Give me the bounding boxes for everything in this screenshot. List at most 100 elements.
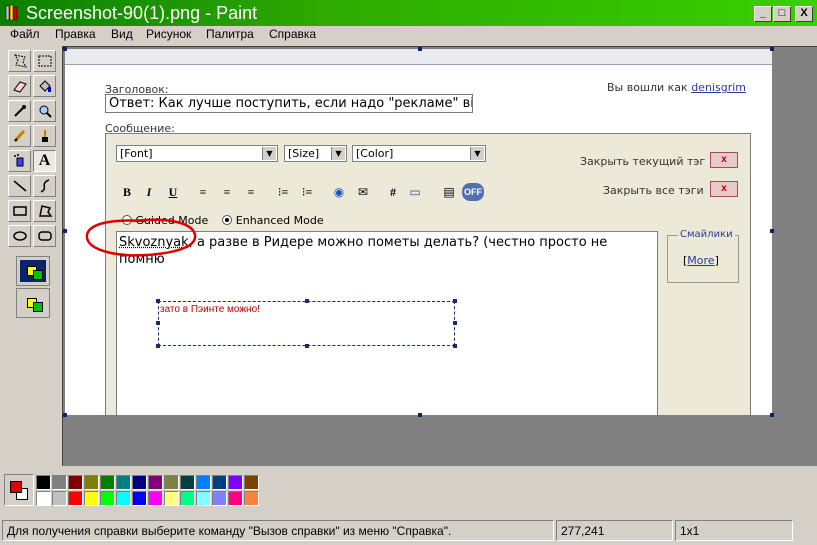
palette-swatch[interactable] — [116, 475, 131, 490]
rectangle-icon[interactable] — [8, 200, 31, 222]
palette-swatch[interactable] — [244, 475, 259, 490]
paint-app-icon — [5, 4, 18, 21]
foreground-color — [10, 481, 22, 493]
transparent-background-option[interactable] — [16, 288, 50, 318]
close-button[interactable]: X — [795, 6, 813, 22]
status-bar: Для получения справки выберите команду "… — [0, 518, 817, 543]
palette-swatch[interactable] — [228, 491, 243, 506]
palette-swatch[interactable] — [84, 491, 99, 506]
palette-swatch[interactable] — [52, 475, 67, 490]
palette-swatch[interactable] — [196, 491, 211, 506]
maximize-button[interactable]: □ — [773, 6, 791, 22]
menu-palette[interactable]: Палитра — [206, 27, 254, 41]
palette-swatch[interactable] — [228, 475, 243, 490]
ordered-list-icon: ⁝≡ — [277, 185, 289, 199]
code-icon: # — [390, 185, 396, 199]
resize-handle[interactable] — [453, 321, 457, 325]
menu-file[interactable]: Файл — [10, 27, 40, 41]
resize-handle[interactable] — [305, 344, 309, 348]
status-help-text: Для получения справки выберите команду "… — [2, 520, 554, 541]
window-title: Screenshot-90(1).png - Paint — [26, 3, 258, 23]
color-palette — [4, 474, 264, 508]
curve-icon[interactable] — [33, 175, 56, 197]
opaque-background-option[interactable] — [16, 256, 50, 286]
color-select: [Color] ▼ — [352, 145, 486, 162]
palette-swatch[interactable] — [180, 475, 195, 490]
smilies-more-link: More — [687, 254, 715, 267]
canvas-resize-handle[interactable] — [63, 47, 67, 51]
resize-handle[interactable] — [156, 344, 160, 348]
canvas-resize-handle[interactable] — [63, 229, 67, 233]
palette-swatch[interactable] — [212, 475, 227, 490]
palette-swatch[interactable] — [36, 475, 51, 490]
menu-help[interactable]: Справка — [269, 27, 316, 41]
menu-image[interactable]: Рисунок — [146, 27, 191, 41]
ellipse-icon[interactable] — [8, 225, 31, 247]
chevron-down-icon: ▼ — [331, 147, 345, 160]
palette-swatch[interactable] — [212, 491, 227, 506]
palette-swatch[interactable] — [196, 475, 211, 490]
canvas-resize-handle[interactable] — [418, 413, 422, 417]
menu-view[interactable]: Вид — [111, 27, 133, 41]
resize-handle[interactable] — [453, 299, 457, 303]
menu-edit[interactable]: Правка — [55, 27, 96, 41]
palette-swatch[interactable] — [52, 491, 67, 506]
color-picker-icon[interactable] — [8, 100, 31, 122]
free-select-icon[interactable] — [8, 50, 31, 72]
resize-handle[interactable] — [305, 299, 309, 303]
brush-icon[interactable] — [33, 125, 56, 147]
palette-swatch[interactable] — [84, 475, 99, 490]
image-icon: ▭ — [409, 185, 421, 199]
smilies-panel: Смайлики [More] — [667, 229, 739, 283]
canvas-resize-handle[interactable] — [63, 413, 67, 417]
eraser-icon[interactable] — [8, 75, 31, 97]
minimize-button[interactable]: _ — [754, 6, 772, 22]
line-icon[interactable] — [8, 175, 31, 197]
palette-swatch[interactable] — [164, 491, 179, 506]
unordered-list-icon: ⁝≡ — [301, 185, 313, 199]
polygon-icon[interactable] — [33, 200, 56, 222]
palette-swatch[interactable] — [116, 491, 131, 506]
palette-swatch[interactable] — [180, 491, 195, 506]
palette-swatch[interactable] — [148, 475, 163, 490]
email-icon: ✉ — [357, 185, 369, 199]
align-center-icon: ≡ — [223, 185, 231, 199]
canvas-resize-handle[interactable] — [418, 47, 422, 51]
magnifier-icon[interactable] — [33, 100, 56, 122]
status-coordinates: 277,241 — [556, 520, 673, 541]
palette-swatch[interactable] — [68, 491, 83, 506]
chevron-down-icon: ▼ — [262, 147, 276, 160]
airbrush-icon[interactable] — [8, 150, 31, 172]
enhanced-mode-label: Enhanced Mode — [235, 214, 324, 227]
current-colors[interactable] — [4, 474, 34, 506]
font-select: [Font] ▼ — [116, 145, 278, 162]
rounded-rect-icon[interactable] — [33, 225, 56, 247]
palette-swatch[interactable] — [100, 475, 115, 490]
palette-swatch[interactable] — [100, 491, 115, 506]
palette-swatch[interactable] — [148, 491, 163, 506]
canvas-resize-handle[interactable] — [770, 229, 774, 233]
palette-swatch[interactable] — [68, 475, 83, 490]
annotation-text: зато в Пэинте можно! — [160, 304, 260, 315]
palette-swatch[interactable] — [36, 491, 51, 506]
canvas-resize-handle[interactable] — [770, 47, 774, 51]
pencil-icon[interactable] — [8, 125, 31, 147]
canvas-resize-handle[interactable] — [770, 413, 774, 417]
resize-handle[interactable] — [156, 299, 160, 303]
title-bar[interactable]: Screenshot-90(1).png - Paint _ □ X — [0, 0, 817, 26]
palette-swatch[interactable] — [132, 475, 147, 490]
smilies-more: [More] — [683, 254, 719, 267]
login-prefix: Вы вошли как — [606, 81, 688, 94]
text-selection-box[interactable]: зато в Пэинте можно! — [156, 299, 457, 348]
fill-bucket-icon[interactable] — [33, 75, 56, 97]
color-select-value: [Color] — [356, 147, 394, 160]
palette-swatch[interactable] — [132, 491, 147, 506]
canvas-image[interactable]: Заголовок: Вы вошли как denisgrim Ответ:… — [65, 49, 772, 415]
palette-swatch[interactable] — [244, 491, 259, 506]
text-tool-icon[interactable]: A — [33, 150, 56, 172]
resize-handle[interactable] — [156, 321, 160, 325]
palette-swatch[interactable] — [164, 475, 179, 490]
rect-select-icon[interactable] — [33, 50, 56, 72]
resize-handle[interactable] — [453, 344, 457, 348]
paint-window: Screenshot-90(1).png - Paint _ □ X Файл … — [0, 0, 817, 545]
